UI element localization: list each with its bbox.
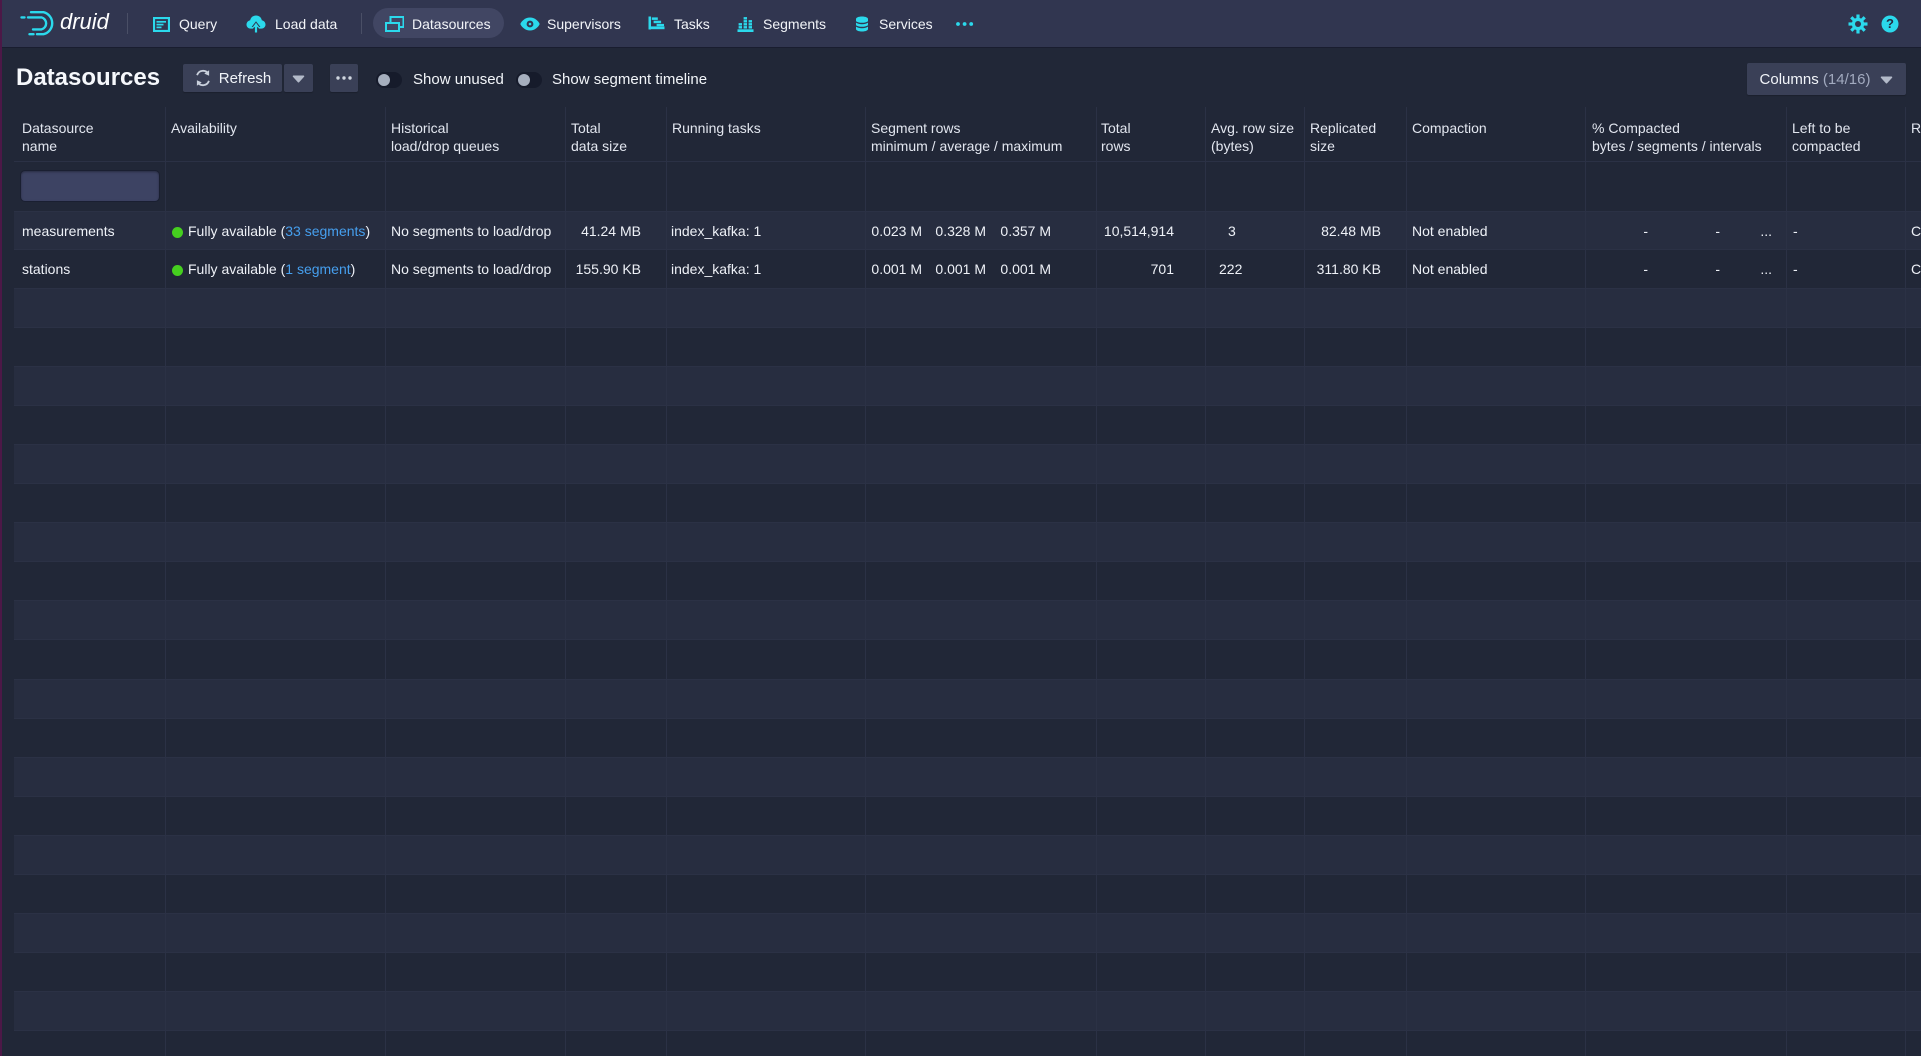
svg-text:?: ?	[1886, 16, 1894, 31]
